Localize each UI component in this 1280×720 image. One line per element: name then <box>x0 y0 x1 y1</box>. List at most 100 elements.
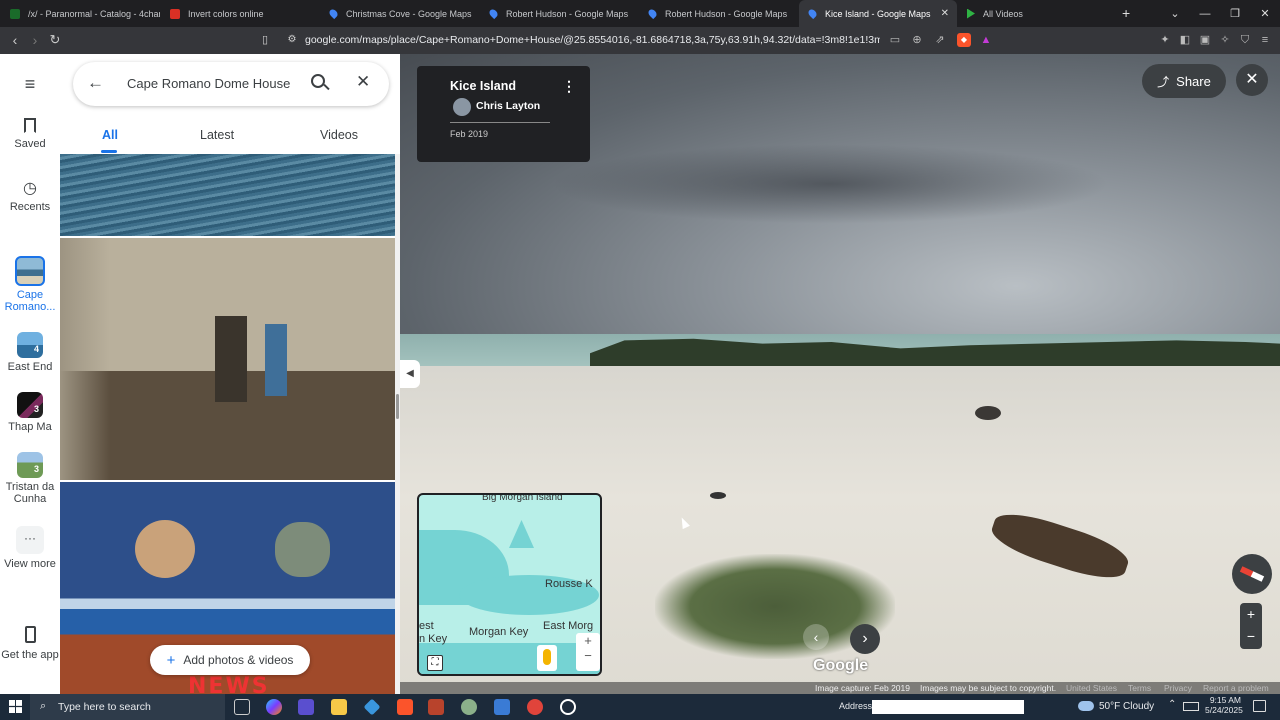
new-tab-button[interactable]: + <box>1122 5 1130 21</box>
zoom-out-icon[interactable]: − <box>1240 626 1262 649</box>
terms-link[interactable]: Terms <box>1128 683 1151 693</box>
app-icon[interactable] <box>461 699 477 715</box>
notifications-icon[interactable] <box>1253 700 1266 712</box>
tab-videos[interactable]: Videos <box>320 128 358 142</box>
compass-icon[interactable] <box>1232 554 1272 594</box>
rail-item-saved[interactable]: Saved <box>0 118 60 150</box>
menu-icon[interactable]: ≡ <box>0 74 60 95</box>
tray-chevron-icon[interactable]: ⌃ <box>1168 699 1176 710</box>
browser-tab[interactable]: /x/ - Paranormal - Catalog - 4chan <box>0 0 160 27</box>
address-toolbar-input[interactable] <box>872 700 1024 714</box>
rail-item-label: Saved <box>14 138 46 150</box>
street-view-info-card: Kice Island ⋮ Chris Layton Feb 2019 <box>417 66 590 162</box>
search-box[interactable]: ← Cape Romano Dome House ✕ <box>73 62 389 106</box>
app-icon[interactable] <box>363 698 381 716</box>
collapse-panel-button[interactable]: ◀ <box>400 360 420 388</box>
zoom-icon[interactable]: ⊕ <box>910 33 924 47</box>
country-link[interactable]: United States <box>1066 683 1117 693</box>
weather-text[interactable]: 50°F Cloudy <box>1099 701 1154 712</box>
brave-shields-icon[interactable]: ◆ <box>957 33 971 47</box>
task-view-icon[interactable] <box>234 699 250 715</box>
place-thumbnail: 4 <box>17 332 43 358</box>
app-icon[interactable] <box>527 699 543 715</box>
map-zoom-in-icon[interactable]: + <box>576 633 600 648</box>
zoom-control: + − <box>1240 603 1262 649</box>
rail-item-tristan-da-cunha[interactable]: 3 Tristan da Cunha <box>0 452 60 505</box>
browser-tab[interactable]: All Videos <box>957 0 1107 27</box>
cast-icon[interactable]: ▭ <box>888 33 902 47</box>
tab-all[interactable]: All <box>102 128 118 142</box>
report-problem-link[interactable]: Report a problem <box>1203 683 1269 693</box>
rail-item-thap-ma[interactable]: 3 Thap Ma <box>0 392 60 433</box>
app-icon[interactable] <box>298 699 314 715</box>
clock[interactable]: 9:15 AM 5/24/2025 <box>1205 695 1243 715</box>
tab-latest[interactable]: Latest <box>200 128 234 142</box>
search-icon[interactable] <box>311 74 330 91</box>
browser-menu-icon[interactable]: ≡ <box>1258 33 1272 47</box>
close-street-view-button[interactable]: ✕ <box>1236 64 1268 96</box>
rail-item-east-end[interactable]: 4 East End <box>0 332 60 373</box>
forward-icon[interactable]: › <box>27 32 43 48</box>
window-close-icon[interactable]: ✕ <box>1250 7 1280 20</box>
browser-tab[interactable]: Robert Hudson - Google Maps <box>480 0 639 27</box>
media-player-icon[interactable] <box>560 699 576 715</box>
tab-close-icon[interactable]: ✕ <box>941 8 949 19</box>
sidebar-icon[interactable]: ◧ <box>1178 33 1192 47</box>
rail-item-label: Cape Romano... <box>4 289 56 313</box>
privacy-link[interactable]: Privacy <box>1164 683 1192 693</box>
move-back-arrow[interactable]: ‹ <box>803 624 829 650</box>
add-photos-button[interactable]: + Add photos & videos <box>150 645 310 675</box>
maps-left-rail: ≡ Saved ◷ Recents Cape Romano... 4 East … <box>0 54 60 694</box>
browser-tab-active[interactable]: Kice Island - Google Maps ✕ <box>799 0 957 27</box>
rail-item-label: Recents <box>9 201 51 213</box>
rail-item-recents[interactable]: ◷ Recents <box>0 178 60 213</box>
pegman-icon[interactable] <box>537 645 557 671</box>
map-zoom-out-icon[interactable]: − <box>576 648 600 663</box>
share-button[interactable]: ⤴ Share <box>1142 64 1226 98</box>
street-view-pane[interactable]: ◀ Kice Island ⋮ Chris Layton Feb 2019 ⤴ … <box>400 54 1280 694</box>
move-forward-arrow[interactable]: › <box>850 624 880 654</box>
restore-icon[interactable]: ❐ <box>1220 7 1250 20</box>
back-arrow-icon[interactable]: ← <box>87 73 104 93</box>
keyboard-icon[interactable] <box>1183 702 1199 711</box>
app-icon[interactable] <box>494 699 510 715</box>
scroll-thumb[interactable] <box>396 394 399 419</box>
photo-dome-interior[interactable] <box>60 238 395 480</box>
rail-item-cape-romano[interactable]: Cape Romano... <box>0 256 60 313</box>
windows-start-icon[interactable] <box>9 700 22 713</box>
zoom-in-icon[interactable]: + <box>1240 603 1262 626</box>
tab-search-icon[interactable]: ⌄ <box>1160 7 1190 20</box>
brave-browser-icon[interactable] <box>397 699 413 715</box>
taskbar-search[interactable]: ⌕ Type here to search <box>30 694 225 720</box>
expand-map-icon[interactable]: ⛶ <box>427 655 443 671</box>
photo-water[interactable] <box>60 154 395 236</box>
debris <box>710 492 726 499</box>
app-icon[interactable] <box>428 699 444 715</box>
extensions-icon[interactable]: ✦ <box>1158 33 1172 47</box>
more-options-icon[interactable]: ⋮ <box>562 78 576 95</box>
search-input[interactable]: Cape Romano Dome House <box>127 76 290 91</box>
copilot-icon[interactable] <box>266 699 282 715</box>
browser-tab[interactable]: Robert Hudson - Google Maps <box>639 0 799 27</box>
browser-tab[interactable]: Invert colors online <box>160 0 320 27</box>
author-avatar[interactable] <box>453 98 471 116</box>
author-name[interactable]: Chris Layton <box>476 100 540 112</box>
clear-search-icon[interactable]: ✕ <box>356 72 370 92</box>
vpn-icon[interactable]: ⛉ <box>1238 33 1252 47</box>
url-field[interactable]: google.com/maps/place/Cape+Romano+Dome+H… <box>305 34 880 46</box>
back-icon[interactable]: ‹ <box>7 32 23 48</box>
rail-item-view-more[interactable]: ··· View more <box>0 526 60 570</box>
minimap[interactable]: Big Morgan Island Rousse K Morgan Key Ea… <box>417 493 602 676</box>
brave-rewards-icon[interactable]: ▲ <box>979 33 993 47</box>
site-info-icon[interactable]: ⚙ <box>284 32 300 48</box>
minimize-icon[interactable]: — <box>1190 8 1220 20</box>
rail-item-get-app[interactable]: Get the app <box>0 626 60 661</box>
share-page-icon[interactable]: ⇗ <box>933 33 947 47</box>
tab-favicon <box>10 8 20 19</box>
wallet-icon[interactable]: ▣ <box>1198 33 1212 47</box>
browser-tab[interactable]: Christmas Cove - Google Maps <box>320 0 480 27</box>
reload-icon[interactable]: ↻ <box>47 32 63 48</box>
file-explorer-icon[interactable] <box>331 699 347 715</box>
bookmark-page-icon[interactable]: ▯ <box>257 32 273 48</box>
leo-icon[interactable]: ✧ <box>1218 33 1232 47</box>
